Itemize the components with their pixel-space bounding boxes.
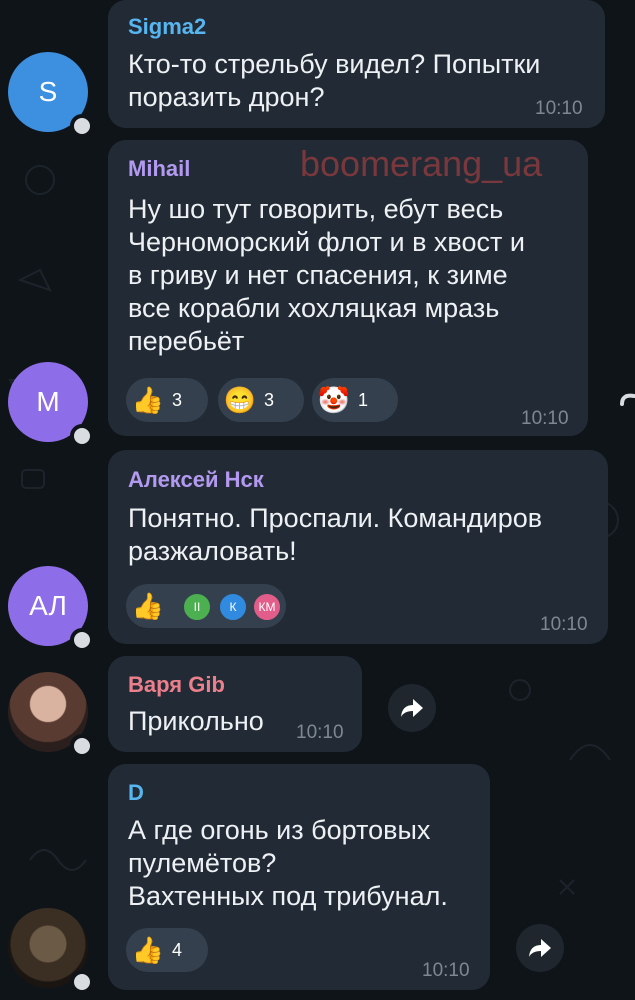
message-text: А где огонь из бортовых пулемётов? Вахте… bbox=[128, 815, 448, 911]
message-time: 10:10 bbox=[521, 408, 569, 429]
message-author[interactable]: Варя Gib bbox=[128, 672, 225, 698]
reaction-grin[interactable]: 😁 3 bbox=[218, 378, 304, 422]
message-text: Прикольно bbox=[128, 706, 264, 736]
avatar[interactable]: АЛ bbox=[8, 566, 94, 652]
reaction-count: 3 bbox=[264, 389, 275, 410]
reactor-avatar: К bbox=[218, 592, 248, 622]
avatar-initials: S bbox=[38, 76, 58, 107]
message-time: 10:10 bbox=[296, 722, 344, 743]
message-author[interactable]: Sigma2 bbox=[128, 14, 206, 40]
grin-icon: 😁 bbox=[223, 385, 257, 415]
avatar-photo[interactable] bbox=[8, 672, 94, 758]
online-status-dot bbox=[70, 114, 94, 138]
forward-icon bbox=[401, 699, 423, 717]
message-author[interactable]: D bbox=[128, 780, 144, 806]
online-status-dot bbox=[70, 424, 94, 448]
reaction-thumbs-up[interactable]: 👍 4 bbox=[126, 928, 208, 972]
avatar-initials: АЛ bbox=[29, 590, 67, 621]
message-time: 10:10 bbox=[535, 98, 583, 119]
message-time: 10:10 bbox=[540, 614, 588, 635]
forward-button[interactable] bbox=[388, 684, 436, 732]
message-text: Понятно. Проспали. Командиров разжаловат… bbox=[128, 503, 543, 566]
forward-icon bbox=[529, 939, 551, 957]
online-status-dot bbox=[70, 628, 94, 652]
watermark: boomerang_ua bbox=[300, 143, 543, 184]
reactor-avatar: II bbox=[182, 592, 212, 622]
message-text: Ну шо тут говорить, ебут весь Черноморск… bbox=[128, 194, 525, 356]
reactor-avatar: КМ bbox=[252, 592, 282, 622]
message-time: 10:10 bbox=[422, 960, 470, 981]
avatar[interactable]: M bbox=[8, 362, 94, 448]
reaction-thumbs-up[interactable]: 👍 3 bbox=[126, 378, 208, 422]
thumbs-up-icon: 👍 bbox=[131, 385, 165, 415]
clown-icon: 🤡 bbox=[317, 385, 351, 415]
forward-button[interactable] bbox=[516, 924, 564, 972]
message-author[interactable]: Алексей Нск bbox=[128, 467, 264, 493]
message-author[interactable]: Mihail bbox=[128, 156, 190, 182]
thumbs-up-icon: 👍 bbox=[131, 591, 165, 621]
online-status-dot bbox=[70, 734, 94, 758]
reaction-count: 1 bbox=[358, 389, 369, 410]
reaction-count: 4 bbox=[172, 939, 183, 960]
avatar-initials: M bbox=[36, 386, 60, 417]
scroll-arrow-icon[interactable] bbox=[620, 392, 635, 412]
reaction-clown[interactable]: 🤡 1 bbox=[312, 378, 398, 422]
online-status-dot bbox=[70, 970, 94, 994]
message-text: Кто-то стрельбу видел? Попытки поразить … bbox=[128, 49, 541, 112]
thumbs-up-icon: 👍 bbox=[131, 935, 165, 965]
avatar[interactable]: S bbox=[8, 52, 94, 138]
reaction-count: 3 bbox=[172, 389, 183, 410]
avatar-photo[interactable] bbox=[8, 908, 94, 994]
